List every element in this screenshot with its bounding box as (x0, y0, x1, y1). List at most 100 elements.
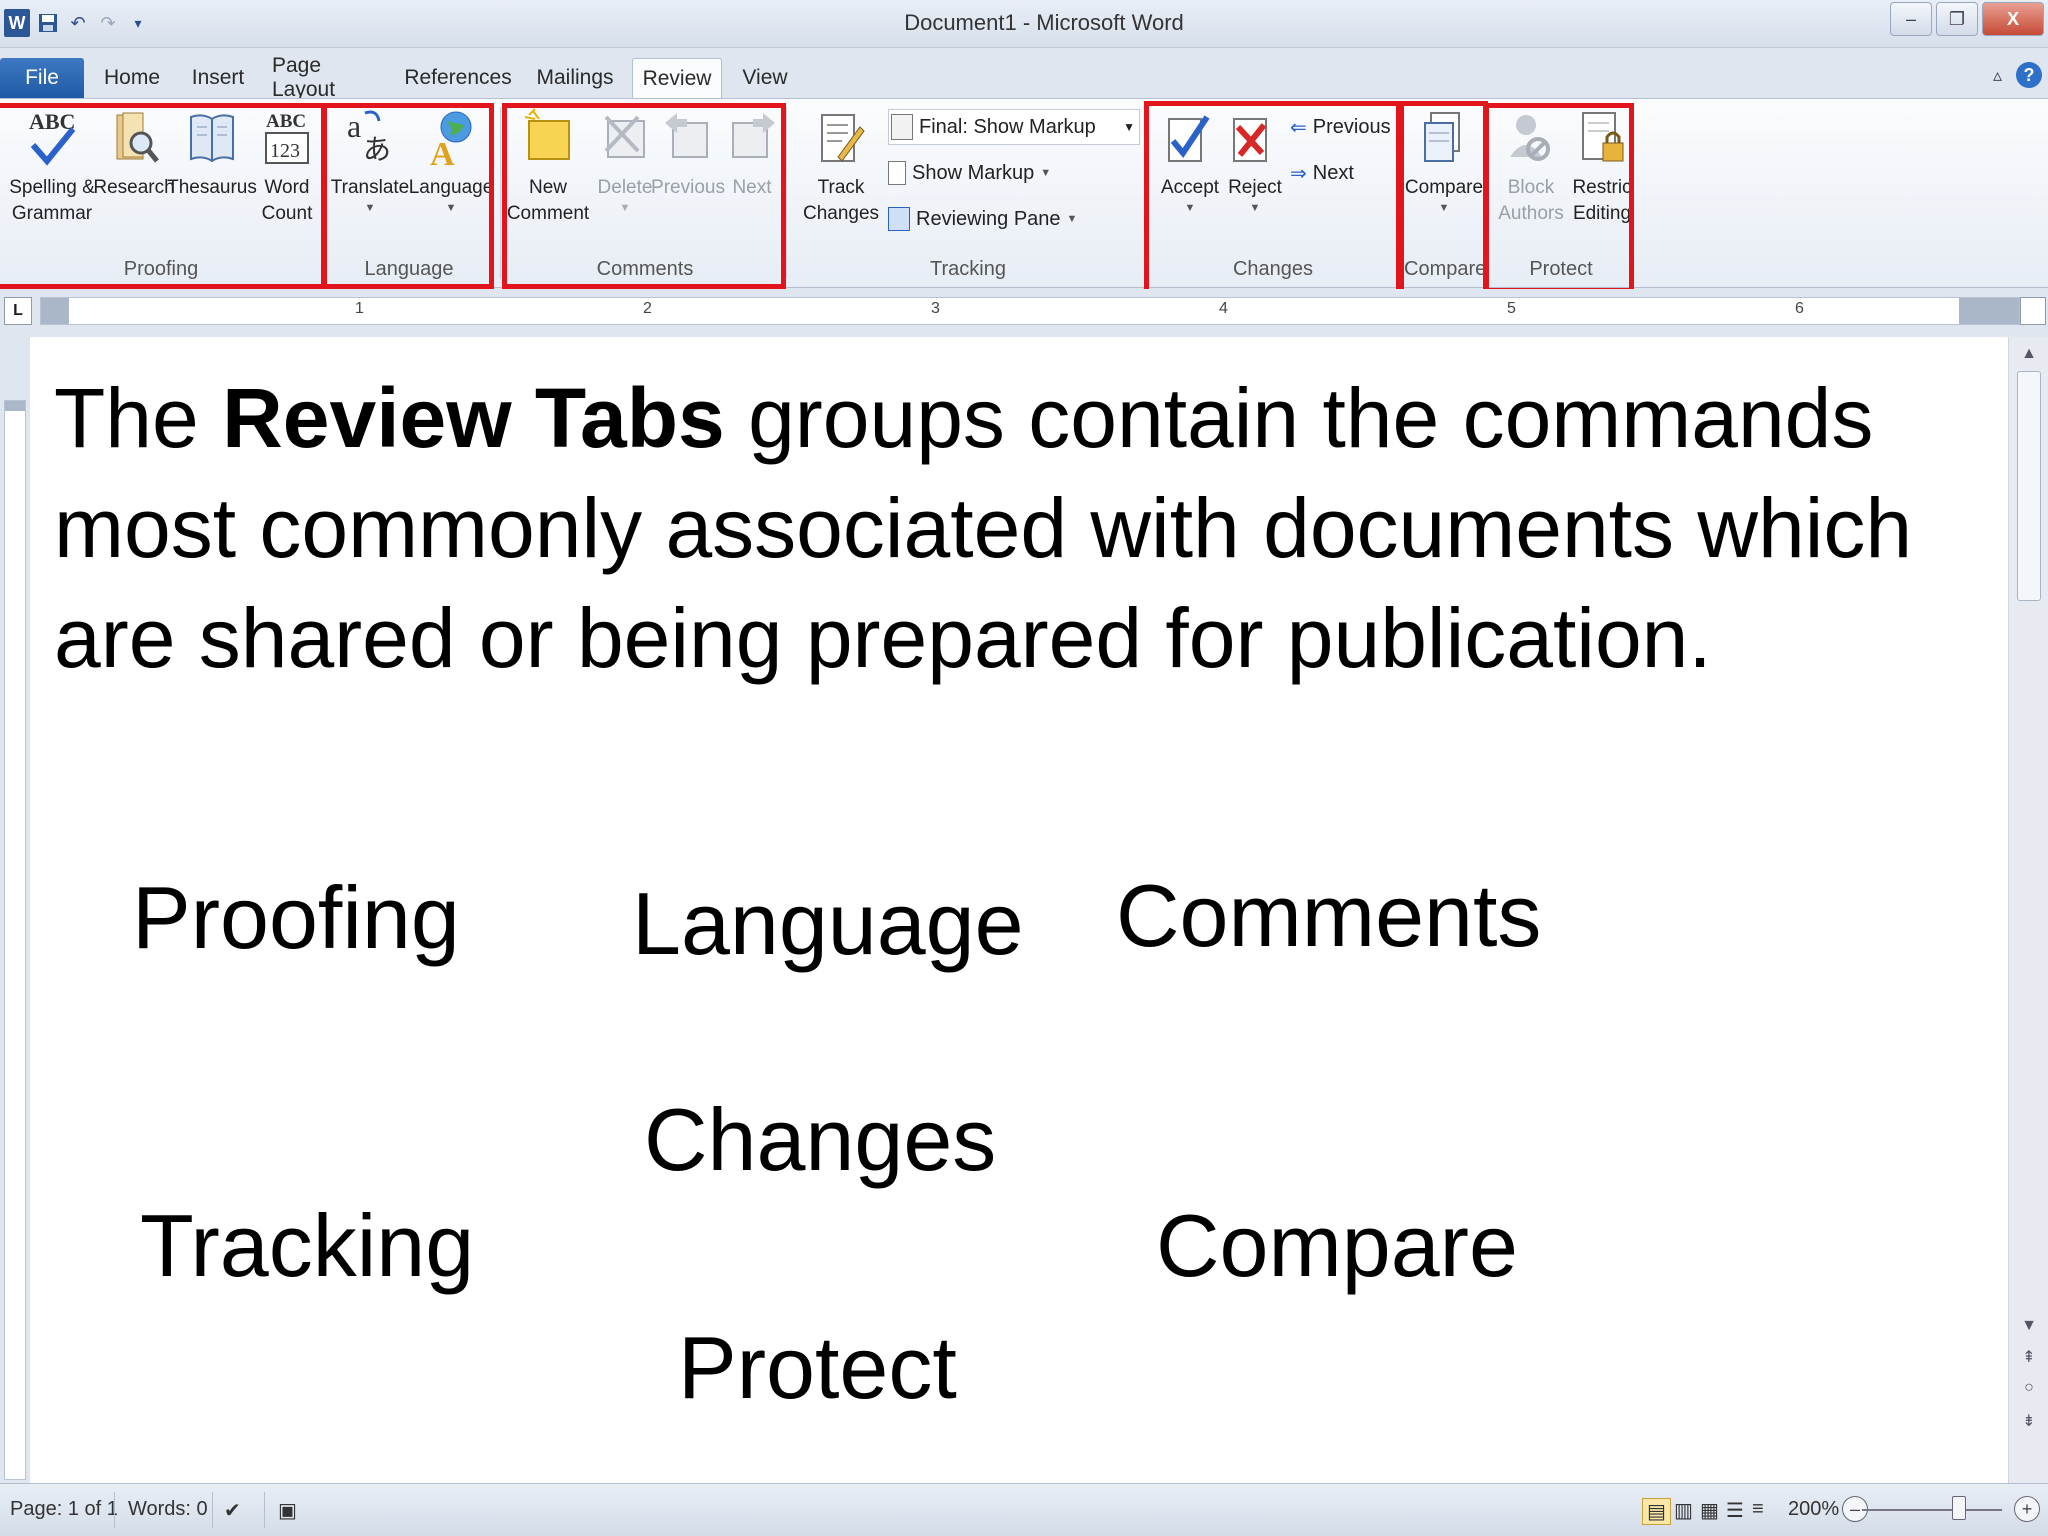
track-changes-button[interactable]: Track Changes (798, 105, 884, 227)
ribbon-review: ABC Spelling & Grammar Research Thesauru… (0, 98, 2048, 295)
scrollbar-thumb[interactable] (2017, 371, 2041, 601)
block-authors-button[interactable]: Block Authors (1494, 105, 1568, 227)
restrict-editing-button[interactable]: Restric Editing (1572, 105, 1632, 227)
display-for-review-dropdown[interactable]: Final: Show Markup ▼ (888, 109, 1140, 145)
title-bar: W ↶ ↷ ▾ Document1 - Microsoft Word – ❐ X (0, 0, 2048, 48)
new-comment-button[interactable]: New Comment (507, 105, 589, 227)
spelling-grammar-button[interactable]: ABC Spelling & Grammar (6, 105, 98, 227)
restrict-editing-label: Restric Editing (1572, 177, 1632, 224)
word-comments: Comments (1116, 866, 1542, 965)
accept-button[interactable]: Accept ▼ (1154, 105, 1226, 215)
markup-display-icon (891, 114, 913, 140)
thesaurus-button[interactable]: Thesaurus (167, 105, 257, 201)
reviewing-pane-button[interactable]: Reviewing Pane ▼ (888, 201, 1077, 237)
research-label: Research (93, 177, 175, 198)
draft-view-icon[interactable]: ≡ (1752, 1498, 1764, 1521)
group-separator (500, 107, 501, 279)
zoom-slider-thumb[interactable] (1952, 1496, 1966, 1520)
ruler-number: 3 (931, 300, 940, 317)
track-changes-label: Track Changes (802, 177, 880, 224)
full-screen-reading-icon[interactable]: ▥ (1674, 1498, 1693, 1523)
vertical-scrollbar[interactable]: ▲ ▼ ⇞ ○ ⇟ (2008, 337, 2048, 1483)
previous-comment-button[interactable]: Previous (650, 105, 726, 201)
next-change-label: Next (1312, 161, 1354, 184)
tab-view[interactable]: View (736, 58, 794, 98)
zoom-level[interactable]: 200% (1788, 1498, 1839, 1521)
ruler-number: 5 (1507, 300, 1516, 317)
spelling-grammar-label: Spelling & Grammar (9, 177, 95, 224)
svg-text:A: A (430, 136, 455, 169)
tab-insert[interactable]: Insert (186, 58, 250, 98)
dropdown-arrow-icon: ▼ (1184, 202, 1196, 214)
word-count[interactable]: Words: 0 (128, 1498, 208, 1521)
print-layout-view-icon[interactable]: ▤ (1642, 1498, 1671, 1525)
ribbon-tabs: File Home Insert Page Layout References … (0, 48, 2048, 101)
group-label-changes: Changes (1232, 258, 1314, 280)
macro-record-icon[interactable]: ▣ (278, 1498, 297, 1523)
minimize-ribbon-icon[interactable]: ▵ (1993, 65, 2002, 86)
group-label-language: Language (364, 258, 454, 280)
group-separator (1402, 107, 1403, 279)
paragraph-text: The (54, 371, 223, 465)
next-page-icon[interactable]: ⇟ (2009, 1411, 2048, 1431)
scroll-up-icon[interactable]: ▲ (2009, 345, 2048, 363)
tab-home[interactable]: Home (100, 58, 164, 98)
outline-view-icon[interactable]: ☰ (1726, 1498, 1744, 1523)
maximize-button[interactable]: ❐ (1936, 2, 1978, 36)
document-page[interactable]: The Review Tabs groups contain the comma… (30, 337, 2008, 1483)
group-tracking: Track Changes Final: Show Markup ▼ Show … (790, 99, 1146, 287)
group-label-comments: Comments (596, 258, 694, 280)
web-layout-icon[interactable]: ▦ (1700, 1498, 1719, 1523)
svg-text:123: 123 (270, 140, 300, 162)
compare-label: Compare (1404, 177, 1484, 198)
minimize-button[interactable]: – (1890, 2, 1932, 36)
tab-references[interactable]: References (404, 58, 511, 98)
reject-icon (1228, 105, 1282, 171)
word-count-button[interactable]: ABC 123 Word Count (254, 105, 320, 227)
dropdown-arrow-icon: ▼ (445, 202, 457, 214)
browse-object-icon[interactable]: ○ (2009, 1379, 2048, 1397)
scroll-down-icon[interactable]: ▼ (2009, 1317, 2048, 1335)
previous-page-icon[interactable]: ⇞ (2009, 1347, 2048, 1367)
compare-button[interactable]: Compare ▼ (1404, 105, 1484, 215)
close-button[interactable]: X (1982, 2, 2044, 36)
word-count-icon: ABC 123 (260, 105, 314, 171)
window-controls: – ❐ X (1890, 2, 2044, 36)
tab-page-layout[interactable]: Page Layout (272, 54, 384, 101)
window-title: Document1 - Microsoft Word (904, 10, 1184, 35)
group-separator (1486, 107, 1487, 279)
word-proofing: Proofing (132, 868, 460, 967)
group-proofing: ABC Spelling & Grammar Research Thesauru… (0, 99, 322, 287)
tab-mailings[interactable]: Mailings (532, 58, 618, 98)
horizontal-ruler-row: L 1 2 3 4 5 6 (0, 289, 2048, 337)
zoom-slider[interactable] (1862, 1509, 2002, 1511)
reviewing-pane-icon (888, 207, 910, 231)
dropdown-arrow-icon: ▼ (1438, 202, 1450, 214)
ruler-number: 6 (1795, 300, 1804, 317)
page-count[interactable]: Page: 1 of 1 (10, 1498, 118, 1521)
reject-label: Reject (1228, 177, 1282, 198)
next-comment-button[interactable]: Next (722, 105, 782, 201)
zoom-in-button[interactable]: + (2014, 1496, 2040, 1522)
show-markup-button[interactable]: Show Markup ▼ (888, 155, 1051, 191)
help-icon[interactable]: ? (2016, 62, 2042, 88)
previous-comment-label: Previous (651, 177, 725, 198)
horizontal-ruler[interactable]: 1 2 3 4 5 6 (40, 297, 2020, 325)
reject-button[interactable]: Reject ▼ (1222, 105, 1288, 215)
next-change-button[interactable]: ⇒ Next (1290, 155, 1354, 191)
previous-change-button[interactable]: ⇐ Previous (1290, 109, 1391, 145)
vertical-ruler[interactable] (4, 400, 26, 1480)
help-area: ▵ ? (1993, 62, 2042, 88)
group-protect: Block Authors Restric Editing Protect (1490, 99, 1632, 287)
research-button[interactable]: Research (93, 105, 175, 201)
delete-comment-label: Delete (597, 177, 653, 198)
tab-file[interactable]: File (0, 58, 84, 98)
tab-selector-button[interactable]: L (4, 297, 32, 325)
translate-button[interactable]: aあ Translate ▼ (331, 105, 410, 215)
language-button[interactable]: A Language ▼ (409, 105, 493, 215)
previous-comment-icon (661, 105, 715, 171)
view-ruler-button[interactable] (2020, 297, 2046, 325)
proofing-status-icon[interactable]: ✔ (224, 1498, 241, 1523)
tab-review[interactable]: Review (632, 58, 722, 99)
block-authors-label: Block Authors (1498, 177, 1564, 224)
